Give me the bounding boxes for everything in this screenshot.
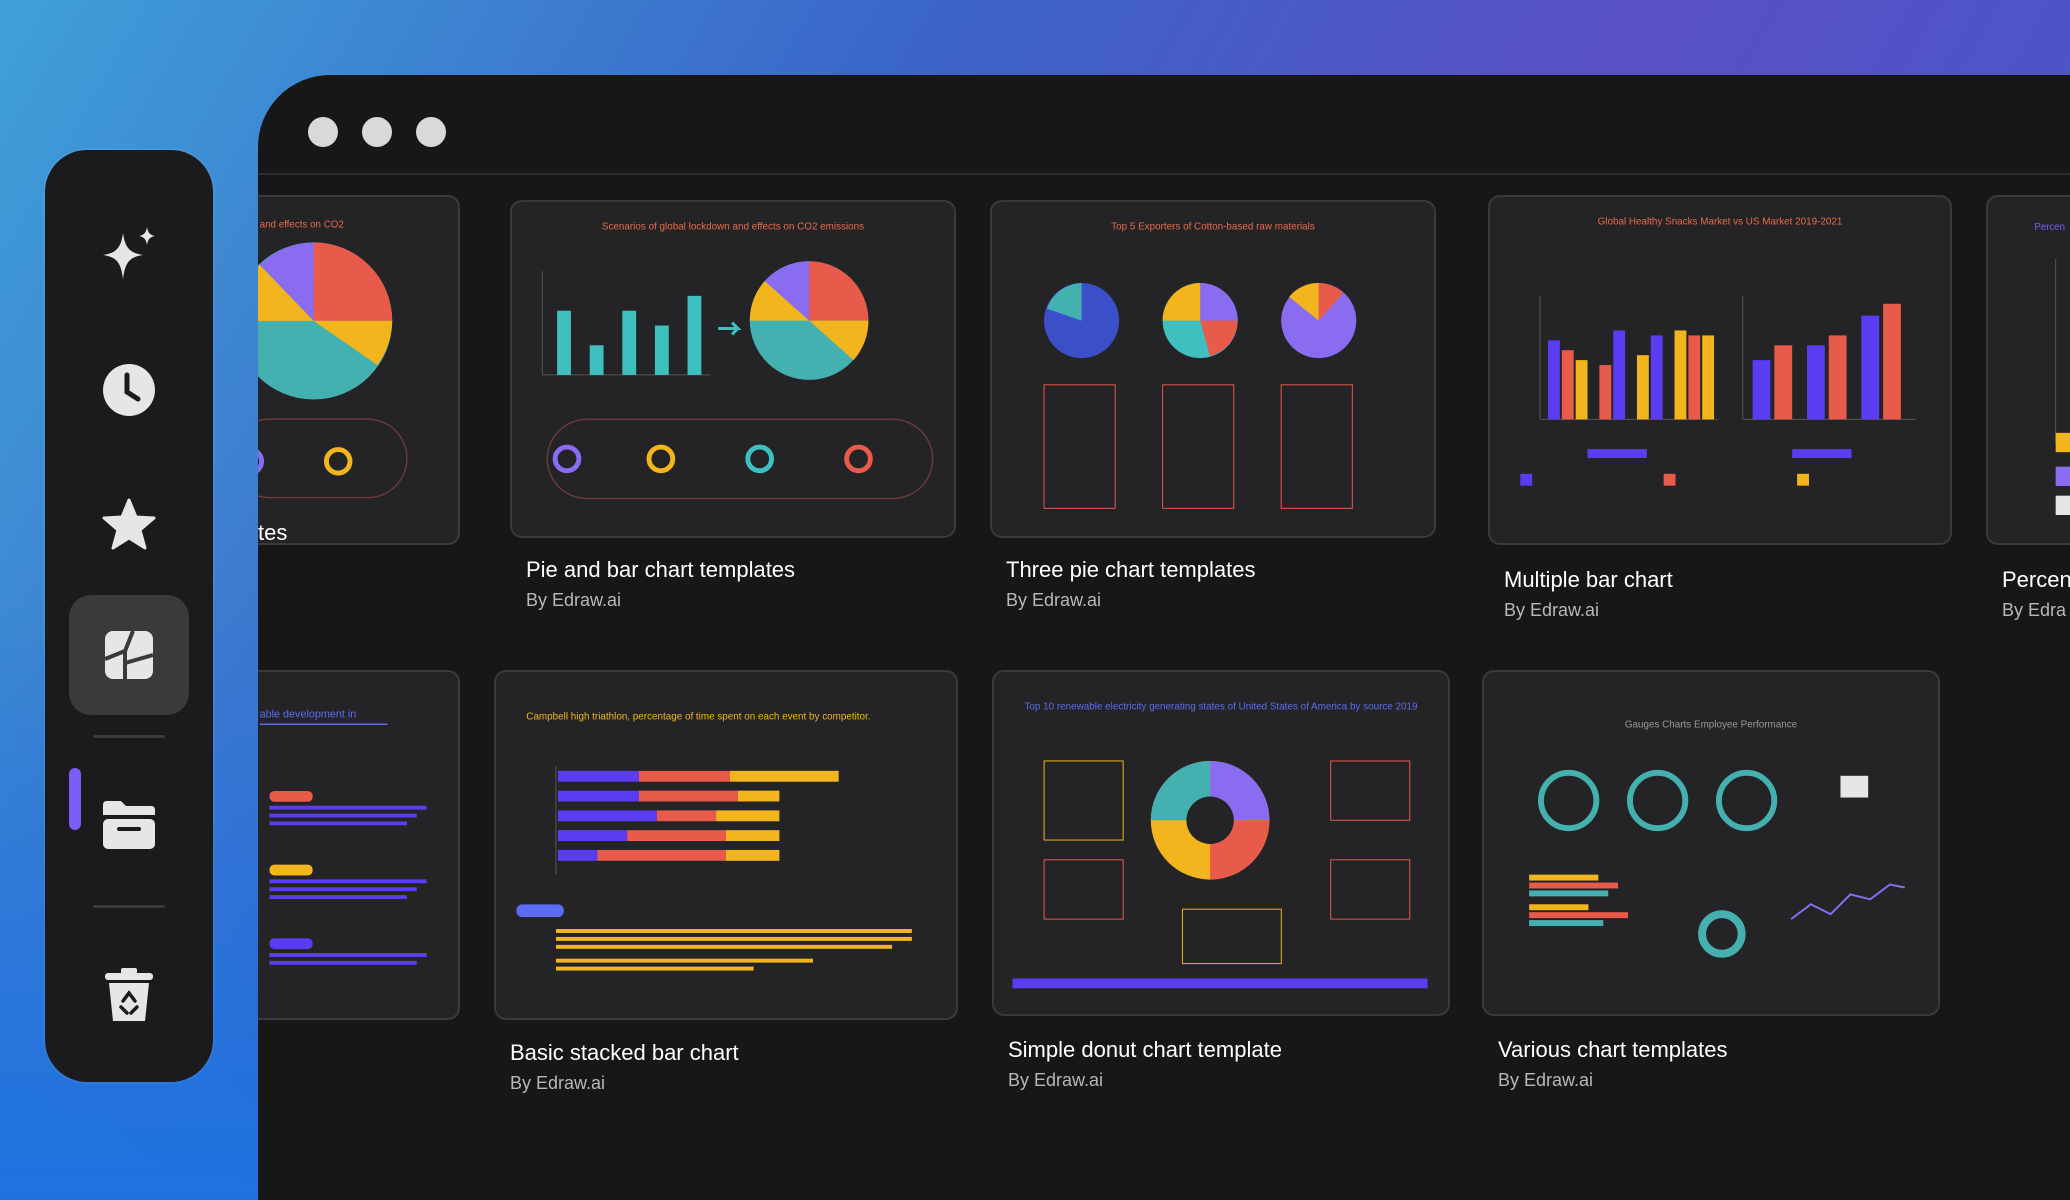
template-thumbnail[interactable]: Gauges Charts Employee Performance (1482, 670, 1940, 1016)
thumb-heading: Gauges Charts Employee Performance (1625, 719, 1798, 730)
clock-icon (103, 364, 155, 416)
pie-bar-thumbnail: Scenarios of global lockdown and effects… (541, 222, 934, 500)
thumb-heading: Scenarios of global lockdown and effects… (602, 222, 864, 233)
title-bar (258, 75, 2070, 175)
template-thumbnail[interactable]: Percen (1986, 195, 2070, 545)
pie-chart-thumbnail: and effects on CO2 (258, 220, 408, 499)
card-title[interactable]: Pie and bar chart templates (526, 557, 795, 583)
template-thumbnail[interactable]: and effects on CO2 (258, 195, 460, 545)
card-title[interactable]: Percen (2002, 567, 2070, 593)
sidebar-item-files[interactable] (69, 765, 189, 885)
star-icon (102, 498, 156, 550)
various-charts-thumbnail: Gauges Charts Employee Performance (1529, 719, 1905, 958)
sidebar-item-templates[interactable] (69, 595, 189, 715)
thumb-heading: and effects on CO2 (260, 220, 344, 231)
thumb-heading: Global Healthy Snacks Market vs US Marke… (1598, 217, 1843, 228)
thumb-heading: Top 10 renewable electricity generating … (1024, 702, 1418, 713)
sidebar-item-favorites[interactable] (69, 465, 189, 585)
text-infographic-thumbnail: able development in (259, 708, 427, 965)
card-title[interactable]: Multiple bar chart (1504, 567, 1673, 593)
sidebar (45, 150, 213, 1082)
template-thumbnail[interactable]: Global Healthy Snacks Market vs US Marke… (1488, 195, 1952, 545)
card-title[interactable]: Three pie chart templates (1006, 557, 1255, 583)
window-dot-close[interactable] (308, 117, 338, 147)
sidebar-divider (93, 735, 165, 738)
card-author: By Edraw.ai (526, 590, 622, 610)
donut-chart-thumbnail: Top 10 renewable electricity generating … (1012, 702, 1428, 989)
card-author: By Edra (2002, 600, 2067, 620)
sidebar-item-ai[interactable] (69, 195, 189, 315)
card-title[interactable]: Simple donut chart template (1008, 1037, 1282, 1063)
sidebar-item-recent[interactable] (69, 330, 189, 450)
template-thumbnail[interactable]: Top 5 Exporters of Cotton-based raw mate… (990, 200, 1436, 538)
multiple-bar-thumbnail: Global Healthy Snacks Market vs US Marke… (1520, 217, 1916, 486)
template-thumbnail[interactable]: Campbell high triathlon, percentage of t… (494, 670, 958, 1020)
main-window: and effects on CO2 tes Scenarios of glob… (258, 75, 2070, 1200)
card-title[interactable]: Various chart templates (1498, 1037, 1727, 1063)
thumb-heading: able development in (260, 708, 357, 720)
card-author: By Edraw.ai (1008, 1070, 1104, 1090)
card-author: By Edraw.ai (1006, 590, 1102, 610)
template-thumbnail[interactable]: able development in (258, 670, 460, 1020)
recycle-bin-icon (105, 968, 153, 1021)
card-author: By Edraw.ai (1498, 1070, 1594, 1090)
templates-icon (104, 630, 154, 679)
template-thumbnail[interactable]: Scenarios of global lockdown and effects… (510, 200, 956, 538)
thumb-heading: Campbell high triathlon, percentage of t… (526, 711, 870, 722)
sidebar-item-recycle-bin[interactable] (69, 935, 189, 1055)
percent-chart-thumbnail: Percen (2034, 222, 2070, 515)
stacked-bar-thumbnail: Campbell high triathlon, percentage of t… (516, 711, 912, 971)
window-dot-maximize[interactable] (416, 117, 446, 147)
card-title[interactable]: Basic stacked bar chart (510, 1040, 739, 1066)
folder-icon (103, 801, 155, 849)
three-pie-thumbnail: Top 5 Exporters of Cotton-based raw mate… (1043, 222, 1357, 509)
template-thumbnail[interactable]: Top 10 renewable electricity generating … (992, 670, 1450, 1016)
sidebar-divider (93, 905, 165, 908)
thumb-heading: Percen (2034, 222, 2065, 233)
thumb-heading: Top 5 Exporters of Cotton-based raw mate… (1111, 222, 1315, 233)
window-dot-minimize[interactable] (362, 117, 392, 147)
sparkle-icon (103, 227, 155, 279)
card-author: By Edraw.ai (1504, 600, 1600, 620)
card-author: By Edraw.ai (510, 1073, 606, 1093)
card-title[interactable]: tes (258, 520, 287, 546)
